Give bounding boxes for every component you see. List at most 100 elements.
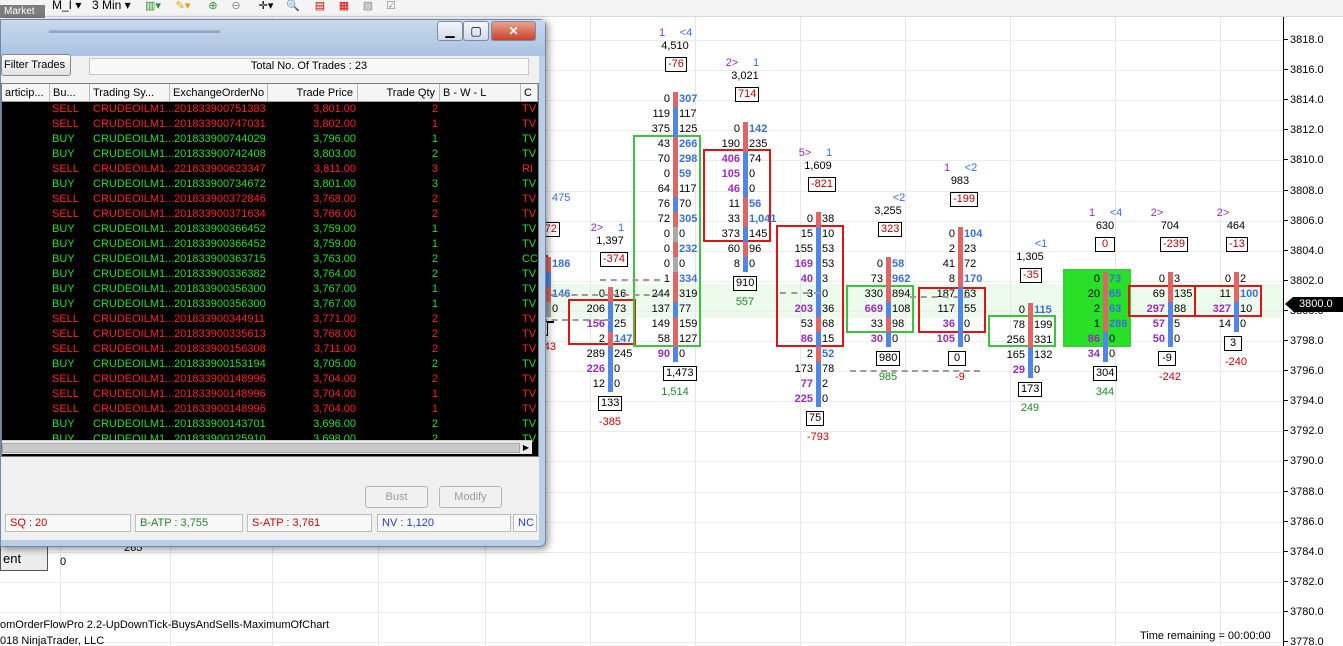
volume-bar [886,302,891,317]
price-level-row: 169 53 [786,257,852,272]
minimize-button[interactable]: ▁ [437,21,463,41]
volume-bar [958,287,963,302]
price-level-row: 34 0 [1073,347,1139,362]
volume-bar [673,317,678,332]
bar-delta-box: -35 [1020,268,1042,283]
trade-row[interactable]: BUY CRUDEOILM1... 201833900143701 3,696.00 2… [2,417,538,432]
reference-dashed-line [910,296,970,298]
crosshair-icon[interactable]: ✛▾ [258,0,274,12]
column-header[interactable]: Trade Qty [358,84,440,102]
trade-row[interactable]: BUY CRUDEOILM1... 201833900734672 3,801.00 3… [2,177,538,192]
maximize-button[interactable]: ▢ [463,21,489,41]
ask-volume: 0 [1174,333,1181,345]
trade-row[interactable]: SELL CRUDEOILM1... 201833900156308 3,711.00… [2,342,538,357]
trade-row[interactable]: BUY CRUDEOILM1... 201833900356300 3,767.00 1… [2,282,538,297]
window-titlebar[interactable]: ▬▬▬▬▬▬▬▬▬▬▬▬▬▬▬▬▬▬▬ ▁ ▢ ✕ [1,20,545,56]
column-header[interactable]: Trading Sy... [90,84,170,102]
trade-cell: SELL [52,118,79,130]
trade-row[interactable]: SELL CRUDEOILM1... 201833900148996 3,704.00… [2,372,538,387]
ask-volume: 0 [679,258,686,270]
price-level-row: 105 0 [928,332,994,347]
trade-row[interactable]: SELL CRUDEOILM1... 201833900371634 3,766.00… [2,207,538,222]
column-header[interactable]: ExchangeOrderNo [170,84,268,102]
trade-row[interactable]: SELL CRUDEOILM1... 201833900344911 3,771.00… [2,312,538,327]
trade-row[interactable]: BUY CRUDEOILM1... 201833900356300 3,767.00 1… [2,297,538,312]
price-level-row: 330 894 [856,287,922,302]
trade-cell: 2 [431,253,438,265]
interval-dropdown[interactable]: 3 Min ▾ [92,0,131,11]
horizontal-scrollbar[interactable]: ▶ [2,440,532,454]
price-tick: 3802.0 [1284,275,1342,287]
ask-volume: 0 [822,288,829,300]
column-header[interactable]: Trade Price [268,84,358,102]
scroll-thumb[interactable] [2,443,520,453]
trade-cell: 201833900363715 [174,253,266,265]
trade-row[interactable]: SELL CRUDEOILM1... 221833900623347 3,811.00… [2,162,538,177]
trade-cell: TV [522,238,537,250]
trade-cell: BUY [52,298,75,310]
bid-volume: 0 [663,228,670,240]
indicators-icon[interactable]: ▤ [312,0,328,12]
volume-bar [1103,272,1108,287]
column-header[interactable]: articip... [2,84,50,102]
trade-row[interactable]: BUY CRUDEOILM1... 201833900153194 3,705.00 2… [2,357,538,372]
column-header[interactable]: B - W - L [440,84,521,102]
trades-grid[interactable]: articip... Bu... Trading Sy... ExchangeOrde… [1,83,539,457]
column-header[interactable]: Bu... [50,84,90,102]
zoom-out-icon[interactable]: ⊖ [228,0,244,12]
price-level-row: 8 170 [928,272,994,287]
trade-row[interactable]: BUY CRUDEOILM1... 201833900366452 3,759.00 1… [2,222,538,237]
search-icon[interactable]: 🔍 [285,0,301,12]
price-level-row: 30 [786,287,852,302]
trade-cell: 201833900366452 [174,223,266,235]
drawing-tool-icon[interactable]: ✎▾ [175,0,191,12]
bid-volume: 76 [657,198,670,210]
trade-row[interactable]: BUY CRUDEOILM1... 201833900366452 3,759.00 1… [2,237,538,252]
ask-volume: 0 [892,333,899,345]
trade-row[interactable]: SELL CRUDEOILM1... 201833900335613 3,768.00… [2,327,538,342]
trade-row[interactable]: SELL CRUDEOILM1... 201833900372846 3,768.00… [2,192,538,207]
bar-cumulative-delta: 344 [1095,386,1115,398]
bar-total-volume: 3,021 [731,70,759,82]
trade-row[interactable]: BUY CRUDEOILM1... 201833900336382 3,764.00 2… [2,267,538,282]
bid-volume: 69 [1152,288,1165,300]
strategies-icon[interactable]: ▦ [336,0,352,12]
bust-button[interactable]: Bust [365,486,428,508]
entry-button[interactable]: ent [0,546,48,571]
price-level-row: 105 0 [713,167,779,182]
price-level-row: 53 68 [786,317,852,332]
price-level-row: 33 98 [856,317,922,332]
bar-type-icon[interactable]: ▥▾ [145,0,161,12]
price-tick: 3786.0 [1284,516,1342,528]
volume-bar [608,362,613,377]
ask-volume: 245 [614,348,633,360]
volume-bar [958,317,963,332]
trade-cell: 1 [431,238,438,250]
price-tick: 3780.0 [1284,606,1342,618]
ask-volume: 962 [892,273,911,285]
close-button[interactable]: ✕ [491,21,536,41]
poc-volume-box: 3 [1224,336,1242,351]
trade-row[interactable]: SELL CRUDEOILM1... 201833900148996 3,704.00… [2,402,538,417]
volume-bar [1234,317,1239,332]
bid-volume: 2 [598,333,605,345]
trade-row[interactable]: BUY CRUDEOILM1... 201833900744029 3,796.00 1… [2,132,538,147]
poc-volume-box: 910 [733,276,758,291]
trade-row[interactable]: BUY CRUDEOILM1... 201833900742408 3,803.00 2… [2,147,538,162]
trade-row[interactable]: SELL CRUDEOILM1... 201833900751383 3,801.00… [2,102,538,117]
trade-row[interactable]: BUY CRUDEOILM1... 201833900363715 3,763.00 2… [2,252,538,267]
bar-total-volume: 3,255 [874,205,902,217]
scroll-right-icon[interactable]: ▶ [520,442,532,454]
properties-icon[interactable]: ☑ [383,0,399,12]
ask-volume: 72 [964,258,977,270]
trade-row[interactable]: SELL CRUDEOILM1... 201833900747031 3,802.00… [2,117,538,132]
instrument-dropdown[interactable]: M_I ▾ [52,0,81,11]
trade-cell: CRUDEOILM1... [93,388,173,400]
trade-row[interactable]: SELL CRUDEOILM1... 201833900148996 3,704.00… [2,387,538,402]
column-header[interactable]: C [521,84,538,102]
chart-style-icon[interactable]: ▧ [360,0,376,12]
filter-trades-button[interactable]: Filter Trades [1,54,71,76]
modify-button[interactable]: Modify [439,486,502,508]
zoom-in-icon[interactable]: ⊕ [205,0,221,12]
bid-volume: 105 [721,168,740,180]
